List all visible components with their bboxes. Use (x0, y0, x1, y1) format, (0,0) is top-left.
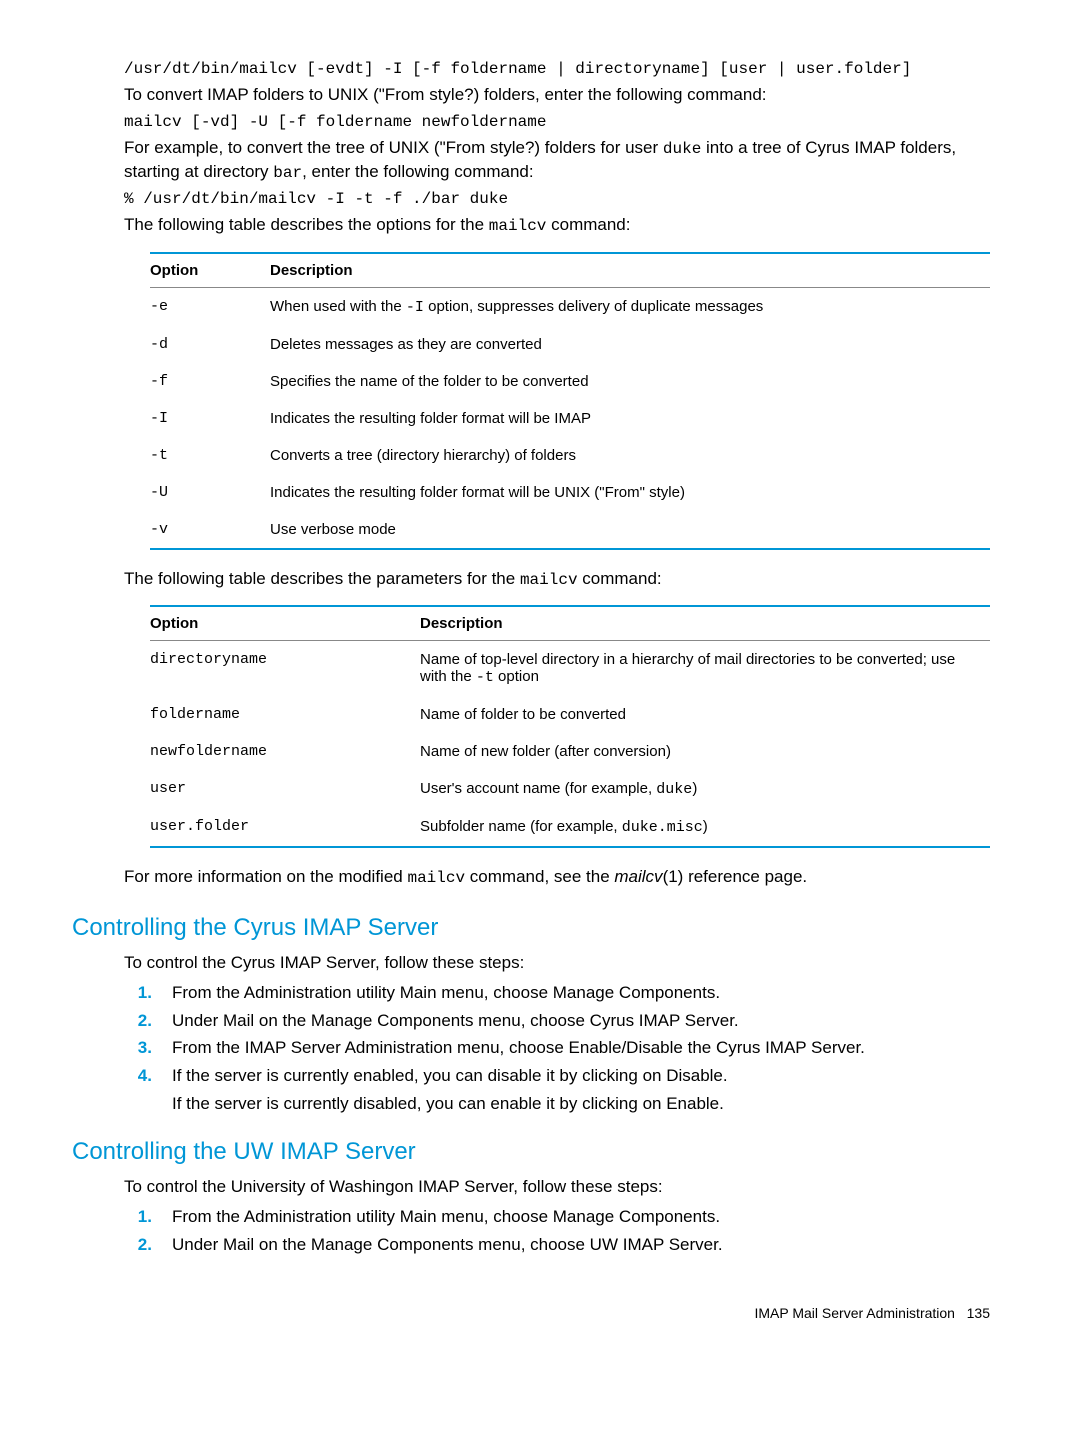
table-row: newfoldernameName of new folder (after c… (150, 733, 990, 770)
code-duke: duke (663, 140, 701, 158)
option-cell: user (150, 770, 420, 808)
table-row: userUser's account name (for example, du… (150, 770, 990, 808)
text: command: (578, 569, 662, 588)
option-cell: -t (150, 437, 270, 474)
intro-uw: To control the University of Washingon I… (124, 1176, 990, 1199)
table-row: -vUse verbose mode (150, 511, 990, 549)
description-cell: Name of new folder (after conversion) (420, 733, 990, 770)
option-cell: newfoldername (150, 733, 420, 770)
description-cell: Name of folder to be converted (420, 696, 990, 733)
option-cell: foldername (150, 696, 420, 733)
code-mailcv: mailcv (520, 571, 578, 589)
command-syntax-2: mailcv [-vd] -U [-f foldername newfolder… (124, 113, 990, 131)
heading-cyrus: Controlling the Cyrus IMAP Server (72, 914, 990, 942)
description-cell: Converts a tree (directory hierarchy) of… (270, 437, 990, 474)
steps-uw: From the Administration utility Main men… (124, 1205, 990, 1257)
table-row: -tConverts a tree (directory hierarchy) … (150, 437, 990, 474)
code-mailcv: mailcv (489, 217, 547, 235)
paragraph-options-intro: The following table describes the option… (124, 214, 990, 238)
option-cell: -v (150, 511, 270, 549)
step-note-cyrus: If the server is currently disabled, you… (172, 1094, 990, 1114)
list-item: From the Administration utility Main men… (172, 1205, 990, 1229)
paragraph-convert-imap: To convert IMAP folders to UNIX ("From s… (124, 84, 990, 107)
intro-cyrus: To control the Cyrus IMAP Server, follow… (124, 952, 990, 975)
option-cell: user.folder (150, 808, 420, 847)
table-row: -UIndicates the resulting folder format … (150, 474, 990, 511)
description-cell: Specifies the name of the folder to be c… (270, 363, 990, 400)
text: The following table describes the option… (124, 215, 489, 234)
table-row: user.folderSubfolder name (for example, … (150, 808, 990, 847)
footer-section-label: IMAP Mail Server Administration (754, 1305, 954, 1321)
table-row: directorynameName of top-level directory… (150, 641, 990, 697)
description-cell: Indicates the resulting folder format wi… (270, 400, 990, 437)
page-footer: IMAP Mail Server Administration 135 (90, 1305, 990, 1321)
list-item: If the server is currently enabled, you … (172, 1064, 990, 1088)
paragraph-params-intro: The following table describes the parame… (124, 568, 990, 592)
table-row: -fSpecifies the name of the folder to be… (150, 363, 990, 400)
paragraph-example: For example, to convert the tree of UNIX… (124, 137, 990, 184)
params-table: Option Description directorynameName of … (150, 605, 990, 848)
description-cell: User's account name (for example, duke) (420, 770, 990, 808)
table-row: foldernameName of folder to be converted (150, 696, 990, 733)
list-item: Under Mail on the Manage Components menu… (172, 1233, 990, 1257)
list-item: Under Mail on the Manage Components menu… (172, 1009, 990, 1033)
option-cell: -I (150, 400, 270, 437)
option-cell: -U (150, 474, 270, 511)
option-cell: directoryname (150, 641, 420, 697)
table-row: -eWhen used with the -I option, suppress… (150, 287, 990, 326)
description-cell: Indicates the resulting folder format wi… (270, 474, 990, 511)
option-cell: -f (150, 363, 270, 400)
table-row: -dDeletes messages as they are converted (150, 326, 990, 363)
text: For example, to convert the tree of UNIX… (124, 138, 663, 157)
table-header-description: Description (420, 606, 990, 641)
table-row: -IIndicates the resulting folder format … (150, 400, 990, 437)
command-syntax-1: /usr/dt/bin/mailcv [-evdt] -I [-f folder… (124, 60, 990, 78)
table-header-option: Option (150, 253, 270, 288)
heading-uw: Controlling the UW IMAP Server (72, 1138, 990, 1166)
option-cell: -d (150, 326, 270, 363)
text: For more information on the modified (124, 867, 407, 886)
options-table: Option Description -eWhen used with the … (150, 252, 990, 550)
option-cell: -e (150, 287, 270, 326)
list-item: From the IMAP Server Administration menu… (172, 1036, 990, 1060)
paragraph-more-info: For more information on the modified mai… (124, 866, 990, 890)
code-bar: bar (273, 164, 302, 182)
footer-page-number: 135 (967, 1305, 990, 1321)
text: command: (546, 215, 630, 234)
list-item: From the Administration utility Main men… (172, 981, 990, 1005)
command-example: % /usr/dt/bin/mailcv -I -t -f ./bar duke (124, 190, 990, 208)
text: (1) reference page. (663, 867, 808, 886)
table-header-description: Description (270, 253, 990, 288)
text: The following table describes the parame… (124, 569, 520, 588)
text: command, see the (465, 867, 614, 886)
table-header-option: Option (150, 606, 420, 641)
description-cell: Name of top-level directory in a hierarc… (420, 641, 990, 697)
description-cell: Use verbose mode (270, 511, 990, 549)
description-cell: When used with the -I option, suppresses… (270, 287, 990, 326)
code-mailcv: mailcv (407, 869, 465, 887)
text: , enter the following command: (302, 162, 534, 181)
steps-cyrus: From the Administration utility Main men… (124, 981, 990, 1088)
manpage-name: mailcv (614, 867, 662, 886)
description-cell: Deletes messages as they are converted (270, 326, 990, 363)
description-cell: Subfolder name (for example, duke.misc) (420, 808, 990, 847)
